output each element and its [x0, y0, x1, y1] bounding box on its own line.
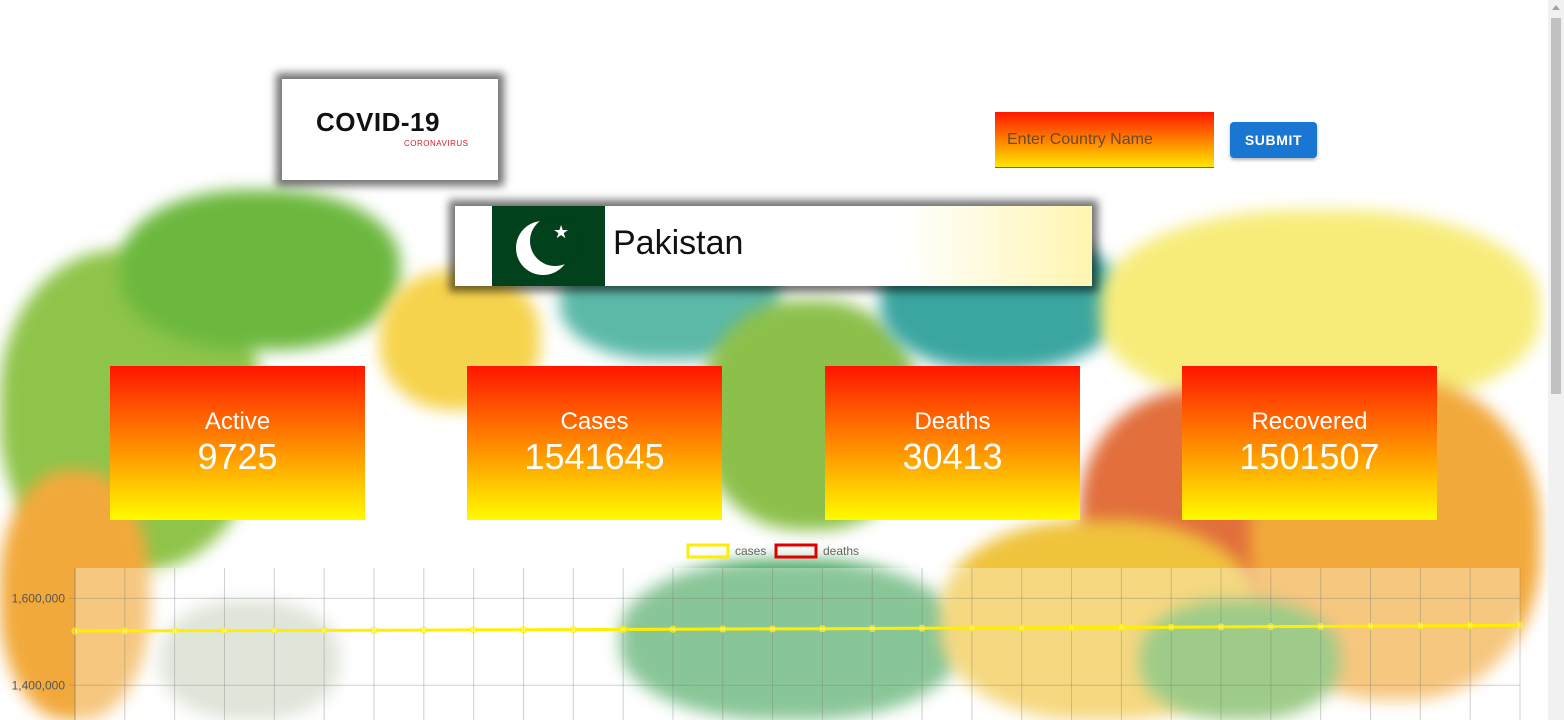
data-point-cases [1416, 622, 1424, 630]
legend-label-deaths: deaths [823, 544, 859, 558]
data-point-cases [619, 625, 627, 633]
legend-label-cases: cases [735, 544, 766, 558]
data-point-cases [1167, 623, 1175, 631]
data-point-cases [918, 624, 926, 632]
data-point-cases [370, 626, 378, 634]
data-point-cases [569, 626, 577, 634]
data-point-cases [171, 627, 179, 635]
plot-area [75, 568, 1520, 720]
scrollbar-thumb[interactable] [1551, 18, 1561, 394]
data-point-cases [968, 624, 976, 632]
data-point-cases [818, 625, 826, 633]
stat-value: 9725 [197, 436, 278, 477]
data-point-cases [1068, 624, 1076, 632]
star-icon: ★ [553, 222, 570, 242]
y-tick-label: 1,400,000 [12, 678, 66, 692]
data-point-cases [1317, 622, 1325, 630]
data-point-cases [1267, 623, 1275, 631]
stat-value: 1501507 [1239, 436, 1380, 477]
y-tick-label: 1,600,000 [12, 591, 66, 605]
stat-card-deaths: Deaths 30413 [825, 366, 1080, 520]
country-card: ★ Pakistan [455, 206, 1092, 286]
data-point-cases [470, 626, 478, 634]
data-point-cases [1516, 621, 1524, 629]
stat-card-active: Active 9725 [110, 366, 365, 520]
country-name: Pakistan [613, 224, 744, 262]
logo-wordmark: COVID-19 CORONAVIRUS [316, 107, 468, 148]
pakistan-flag-icon: ★ [492, 206, 605, 286]
stat-label: Cases [560, 408, 629, 435]
stat-label: Recovered [1251, 408, 1368, 435]
data-point-cases [71, 627, 79, 635]
data-point-cases [1018, 624, 1026, 632]
data-point-cases [270, 627, 278, 635]
covid-logo: COVID-19 CORONAVIRUS [282, 79, 498, 180]
submit-button[interactable]: SUBMIT [1230, 122, 1317, 158]
data-point-cases [1117, 623, 1125, 631]
cases-deaths-line-chart: 1,600,000 1,400,000 cases deaths [12, 543, 1524, 720]
data-point-cases [519, 626, 527, 634]
data-point-cases [121, 627, 129, 635]
scroll-up-icon[interactable] [1552, 5, 1560, 10]
data-point-cases [868, 624, 876, 632]
stat-value: 1541645 [524, 436, 665, 477]
stat-label: Deaths [914, 408, 991, 435]
stat-value: 30413 [902, 436, 1003, 477]
data-point-cases [1466, 622, 1474, 630]
scrollbar[interactable] [1548, 0, 1564, 720]
data-point-cases [420, 626, 428, 634]
logo-title: COVID-19 [316, 107, 440, 137]
data-point-cases [1217, 623, 1225, 631]
data-point-cases [769, 625, 777, 633]
stat-card-cases: Cases 1541645 [467, 366, 722, 520]
stat-label: Active [204, 408, 271, 435]
data-point-cases [320, 626, 328, 634]
logo-subtitle: CORONAVIRUS [404, 139, 469, 148]
stat-card-recovered: Recovered 1501507 [1182, 366, 1437, 520]
data-point-cases [719, 625, 727, 633]
legend-swatch-cases [686, 543, 730, 559]
data-point-cases [669, 625, 677, 633]
data-point-cases [220, 627, 228, 635]
data-point-cases [1367, 622, 1375, 630]
legend-swatch-deaths [774, 543, 818, 559]
country-search-input[interactable] [995, 112, 1214, 168]
